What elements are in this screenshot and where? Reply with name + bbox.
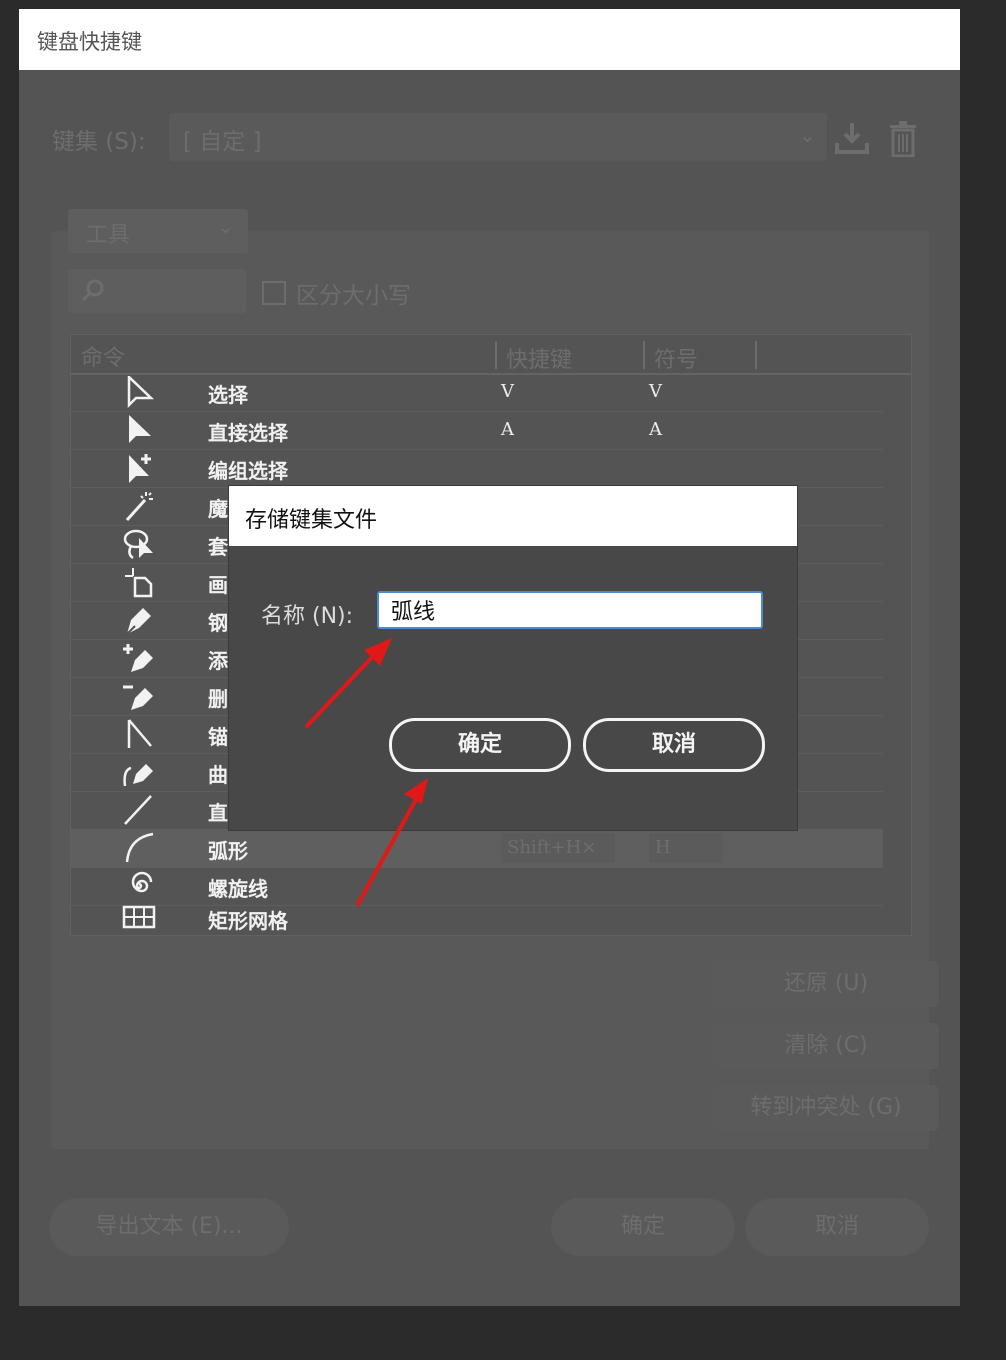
rectangular-grid-icon — [122, 905, 156, 929]
trash-icon[interactable] — [889, 121, 917, 157]
shortcut-value: Shift+H× — [507, 837, 597, 858]
arc-icon — [125, 832, 154, 863]
modal-title: 存储键集文件 — [245, 508, 378, 533]
lasso-icon — [123, 529, 153, 560]
modal-ok-button[interactable]: 确定 — [389, 718, 571, 772]
curvature-icon — [123, 764, 153, 787]
goto-conflict-button[interactable]: 转到冲突处 (G) — [713, 1085, 939, 1131]
command-name: 钢 — [208, 611, 228, 635]
search-input[interactable] — [68, 269, 246, 313]
magic-wand-icon — [125, 492, 153, 522]
shortcut-value[interactable]: A — [501, 419, 514, 440]
table-row[interactable]: 直接选择 A A — [71, 411, 883, 450]
category-dropdown[interactable]: 工具 ⌄ — [68, 209, 248, 253]
column-header-symbol[interactable]: 符号 — [654, 342, 698, 374]
case-sensitive-label: 区分大小写 — [296, 283, 411, 309]
symbol-value[interactable]: A — [649, 419, 662, 440]
command-name: 螺旋线 — [208, 877, 268, 901]
anchor-point-icon — [127, 719, 152, 748]
command-name: 画 — [208, 573, 228, 597]
command-name: 删 — [208, 687, 228, 711]
symbol-value[interactable]: V — [649, 381, 662, 402]
modal-titlebar: 存储键集文件 — [229, 486, 797, 546]
column-divider[interactable] — [495, 341, 497, 369]
command-name: 套 — [208, 535, 228, 559]
ok-button[interactable]: 确定 — [551, 1198, 735, 1256]
command-name: 曲 — [208, 763, 228, 787]
line-segment-icon — [124, 795, 152, 825]
table-row[interactable]: 选择 V V — [71, 373, 883, 412]
shortcut-field[interactable]: Shift+H× — [501, 833, 615, 863]
table-header: 命令 快捷键 符号 — [71, 335, 911, 375]
save-keyset-icon[interactable] — [834, 121, 870, 155]
export-text-button[interactable]: 导出文本 (E)... — [49, 1198, 289, 1256]
clear-button[interactable]: 清除 (C) — [713, 1023, 939, 1069]
symbol-value: H — [655, 837, 671, 858]
keyset-label: 键集 (S): — [52, 129, 146, 155]
column-divider[interactable] — [643, 341, 645, 369]
spiral-icon — [131, 871, 153, 893]
category-value: 工具 — [86, 223, 131, 248]
name-label: 名称 (N): — [261, 604, 354, 629]
shortcut-value[interactable]: V — [501, 381, 514, 402]
command-name: 添 — [208, 649, 228, 673]
table-row-selected[interactable]: 弧形 Shift+H× H — [71, 829, 883, 868]
symbol-field[interactable]: H — [649, 833, 723, 863]
column-header-command[interactable]: 命令 — [81, 340, 125, 372]
command-name: 弧形 — [208, 839, 248, 863]
modal-cancel-button[interactable]: 取消 — [583, 718, 765, 772]
delete-anchor-icon — [123, 685, 153, 710]
command-name: 直 — [208, 801, 228, 825]
column-divider[interactable] — [755, 341, 757, 369]
table-row[interactable]: 矩形网格 — [71, 905, 883, 933]
table-row[interactable]: 编组选择 — [71, 449, 883, 488]
keyset-value: [ 自定 ] — [183, 129, 262, 155]
direct-selection-icon — [129, 415, 151, 443]
selection-arrow-icon — [127, 376, 155, 408]
save-keyset-dialog: 存储键集文件 名称 (N): 确定 取消 — [228, 485, 798, 831]
command-name: 矩形网格 — [208, 909, 288, 933]
keyset-name-input[interactable] — [377, 591, 763, 629]
command-name: 锚 — [208, 725, 228, 749]
command-name: 直接选择 — [208, 421, 288, 445]
command-name: 编组选择 — [208, 459, 288, 483]
restore-button[interactable]: 还原 (U) — [713, 961, 939, 1007]
add-anchor-icon — [123, 644, 153, 672]
table-row[interactable]: 螺旋线 — [71, 867, 883, 906]
command-name: 魔 — [208, 497, 228, 521]
chevron-down-icon: ⌄ — [799, 123, 816, 147]
pen-icon — [126, 608, 151, 635]
keyset-dropdown[interactable]: [ 自定 ] ⌄ — [169, 113, 827, 161]
search-icon — [81, 279, 104, 302]
command-name: 选择 — [208, 383, 248, 407]
column-header-shortcut[interactable]: 快捷键 — [506, 342, 572, 374]
case-sensitive-checkbox[interactable] — [262, 281, 286, 305]
dialog-titlebar: 键盘快捷键 — [19, 9, 960, 70]
artboard-icon — [125, 568, 153, 598]
group-selection-icon — [129, 454, 151, 483]
cancel-button[interactable]: 取消 — [745, 1198, 929, 1256]
dialog-title: 键盘快捷键 — [37, 30, 142, 54]
chevron-down-icon: ⌄ — [218, 217, 234, 238]
